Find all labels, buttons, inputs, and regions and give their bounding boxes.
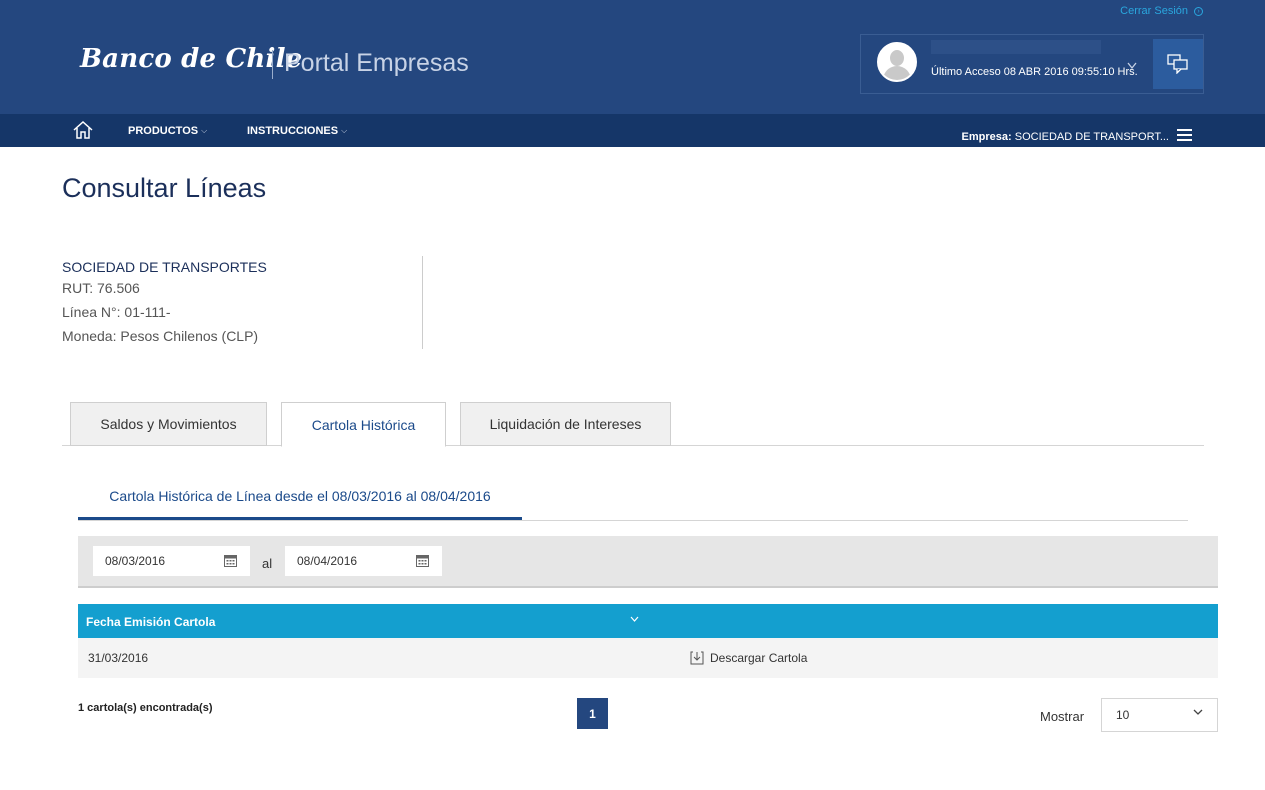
tab-liquidacion-intereses[interactable]: Liquidación de Intereses: [460, 402, 671, 446]
avatar-body: [883, 66, 911, 80]
line-info: SOCIEDAD DE TRANSPORTES RUT: 76.506 Líne…: [62, 258, 267, 348]
menu-line: [1177, 139, 1192, 141]
menu-line: [1177, 129, 1192, 131]
sort-chevron-icon[interactable]: [630, 614, 639, 624]
tab-saldos-movimientos[interactable]: Saldos y Movimientos: [70, 402, 267, 446]
main-nav: PRODUCTOS ⌵ INSTRUCCIONES ⌵ Empresa: SOC…: [0, 114, 1265, 147]
date-filter-bar: 08/03/2016 al 08/04/2016: [78, 536, 1218, 588]
nav-productos[interactable]: PRODUCTOS ⌵: [128, 125, 207, 137]
calendar-icon[interactable]: [416, 554, 429, 567]
last-access-text: Último Acceso 08 ABR 2016 09:55:10 Hrs.: [931, 66, 1138, 78]
column-header-fecha[interactable]: Fecha Emisión Cartola: [86, 615, 215, 629]
date-from-value[interactable]: 08/03/2016: [105, 554, 165, 568]
currency-text: Moneda: Pesos Chilenos (CLP): [62, 328, 259, 344]
menu-line: [1177, 134, 1192, 136]
info-divider: [422, 256, 423, 349]
company-name: SOCIEDAD DE TRANSPORTES: [62, 259, 267, 275]
page-title: Consultar Líneas: [62, 173, 267, 203]
line-number-text: Línea N°: 01-111-: [62, 304, 171, 320]
chevron-down-icon: ⌵: [341, 126, 348, 135]
table-row: 31/03/2016 Descargar Cartola: [78, 638, 1218, 678]
subtab-baseline: [78, 520, 1188, 521]
chevron-down-icon[interactable]: [1127, 61, 1137, 73]
chevron-down-icon: [1193, 709, 1203, 715]
nav-instrucciones[interactable]: INSTRUCCIONES ⌵: [247, 125, 347, 137]
page-size-label: Mostrar: [1040, 709, 1085, 724]
home-icon[interactable]: [72, 120, 94, 140]
page-size-value[interactable]: 10: [1116, 708, 1129, 722]
results-count: 1 cartola(s) encontrada(s): [78, 702, 213, 714]
calendar-icon[interactable]: [224, 554, 237, 567]
rut-text: RUT: 76.506: [62, 280, 140, 296]
chat-icon: [1167, 54, 1188, 74]
cell-fecha: 31/03/2016: [88, 651, 149, 665]
avatar-head: [890, 50, 904, 66]
download-label[interactable]: Descargar Cartola: [710, 651, 807, 665]
top-header: Cerrar Sesión › Banco de Chile Portal Em…: [0, 0, 1265, 114]
bank-logo[interactable]: Banco de Chile: [80, 44, 302, 74]
menu-icon[interactable]: [1177, 129, 1192, 141]
company-selector[interactable]: Empresa: SOCIEDAD DE TRANSPORT...: [962, 131, 1169, 143]
avatar[interactable]: [877, 42, 917, 82]
date-to-value[interactable]: 08/04/2016: [297, 554, 357, 568]
table-header: Fecha Emisión Cartola: [78, 604, 1218, 638]
download-icon[interactable]: [690, 651, 704, 665]
tab-cartola-historica[interactable]: Cartola Histórica: [281, 402, 446, 447]
date-range-separator: al: [262, 556, 273, 571]
portal-title: Portal Empresas: [284, 49, 469, 77]
logo-divider: [272, 50, 273, 79]
logout-link[interactable]: Cerrar Sesión ›: [1120, 5, 1203, 17]
chevron-down-icon: ⌵: [201, 126, 208, 135]
logout-label[interactable]: Cerrar Sesión: [1120, 5, 1188, 17]
user-panel: Último Acceso 08 ABR 2016 09:55:10 Hrs.: [860, 34, 1204, 94]
arrow-right-circle-icon: ›: [1194, 6, 1203, 16]
download-cartola-link[interactable]: Descargar Cartola: [690, 651, 807, 665]
nav-instrucciones-label[interactable]: INSTRUCCIONES: [247, 125, 338, 137]
date-from-field[interactable]: 08/03/2016: [93, 546, 250, 576]
date-to-field[interactable]: 08/04/2016: [285, 546, 442, 576]
user-name-redacted: [931, 40, 1101, 54]
chat-button[interactable]: [1153, 39, 1203, 89]
empresa-label: Empresa:: [961, 131, 1012, 143]
page-size-select[interactable]: 10: [1101, 698, 1218, 732]
subtab-cartola-range[interactable]: Cartola Histórica de Línea desde el 08/0…: [78, 488, 522, 504]
pagination-page-1[interactable]: 1: [577, 698, 608, 729]
nav-productos-label[interactable]: PRODUCTOS: [128, 125, 198, 137]
empresa-value[interactable]: SOCIEDAD DE TRANSPORT...: [1015, 131, 1169, 143]
